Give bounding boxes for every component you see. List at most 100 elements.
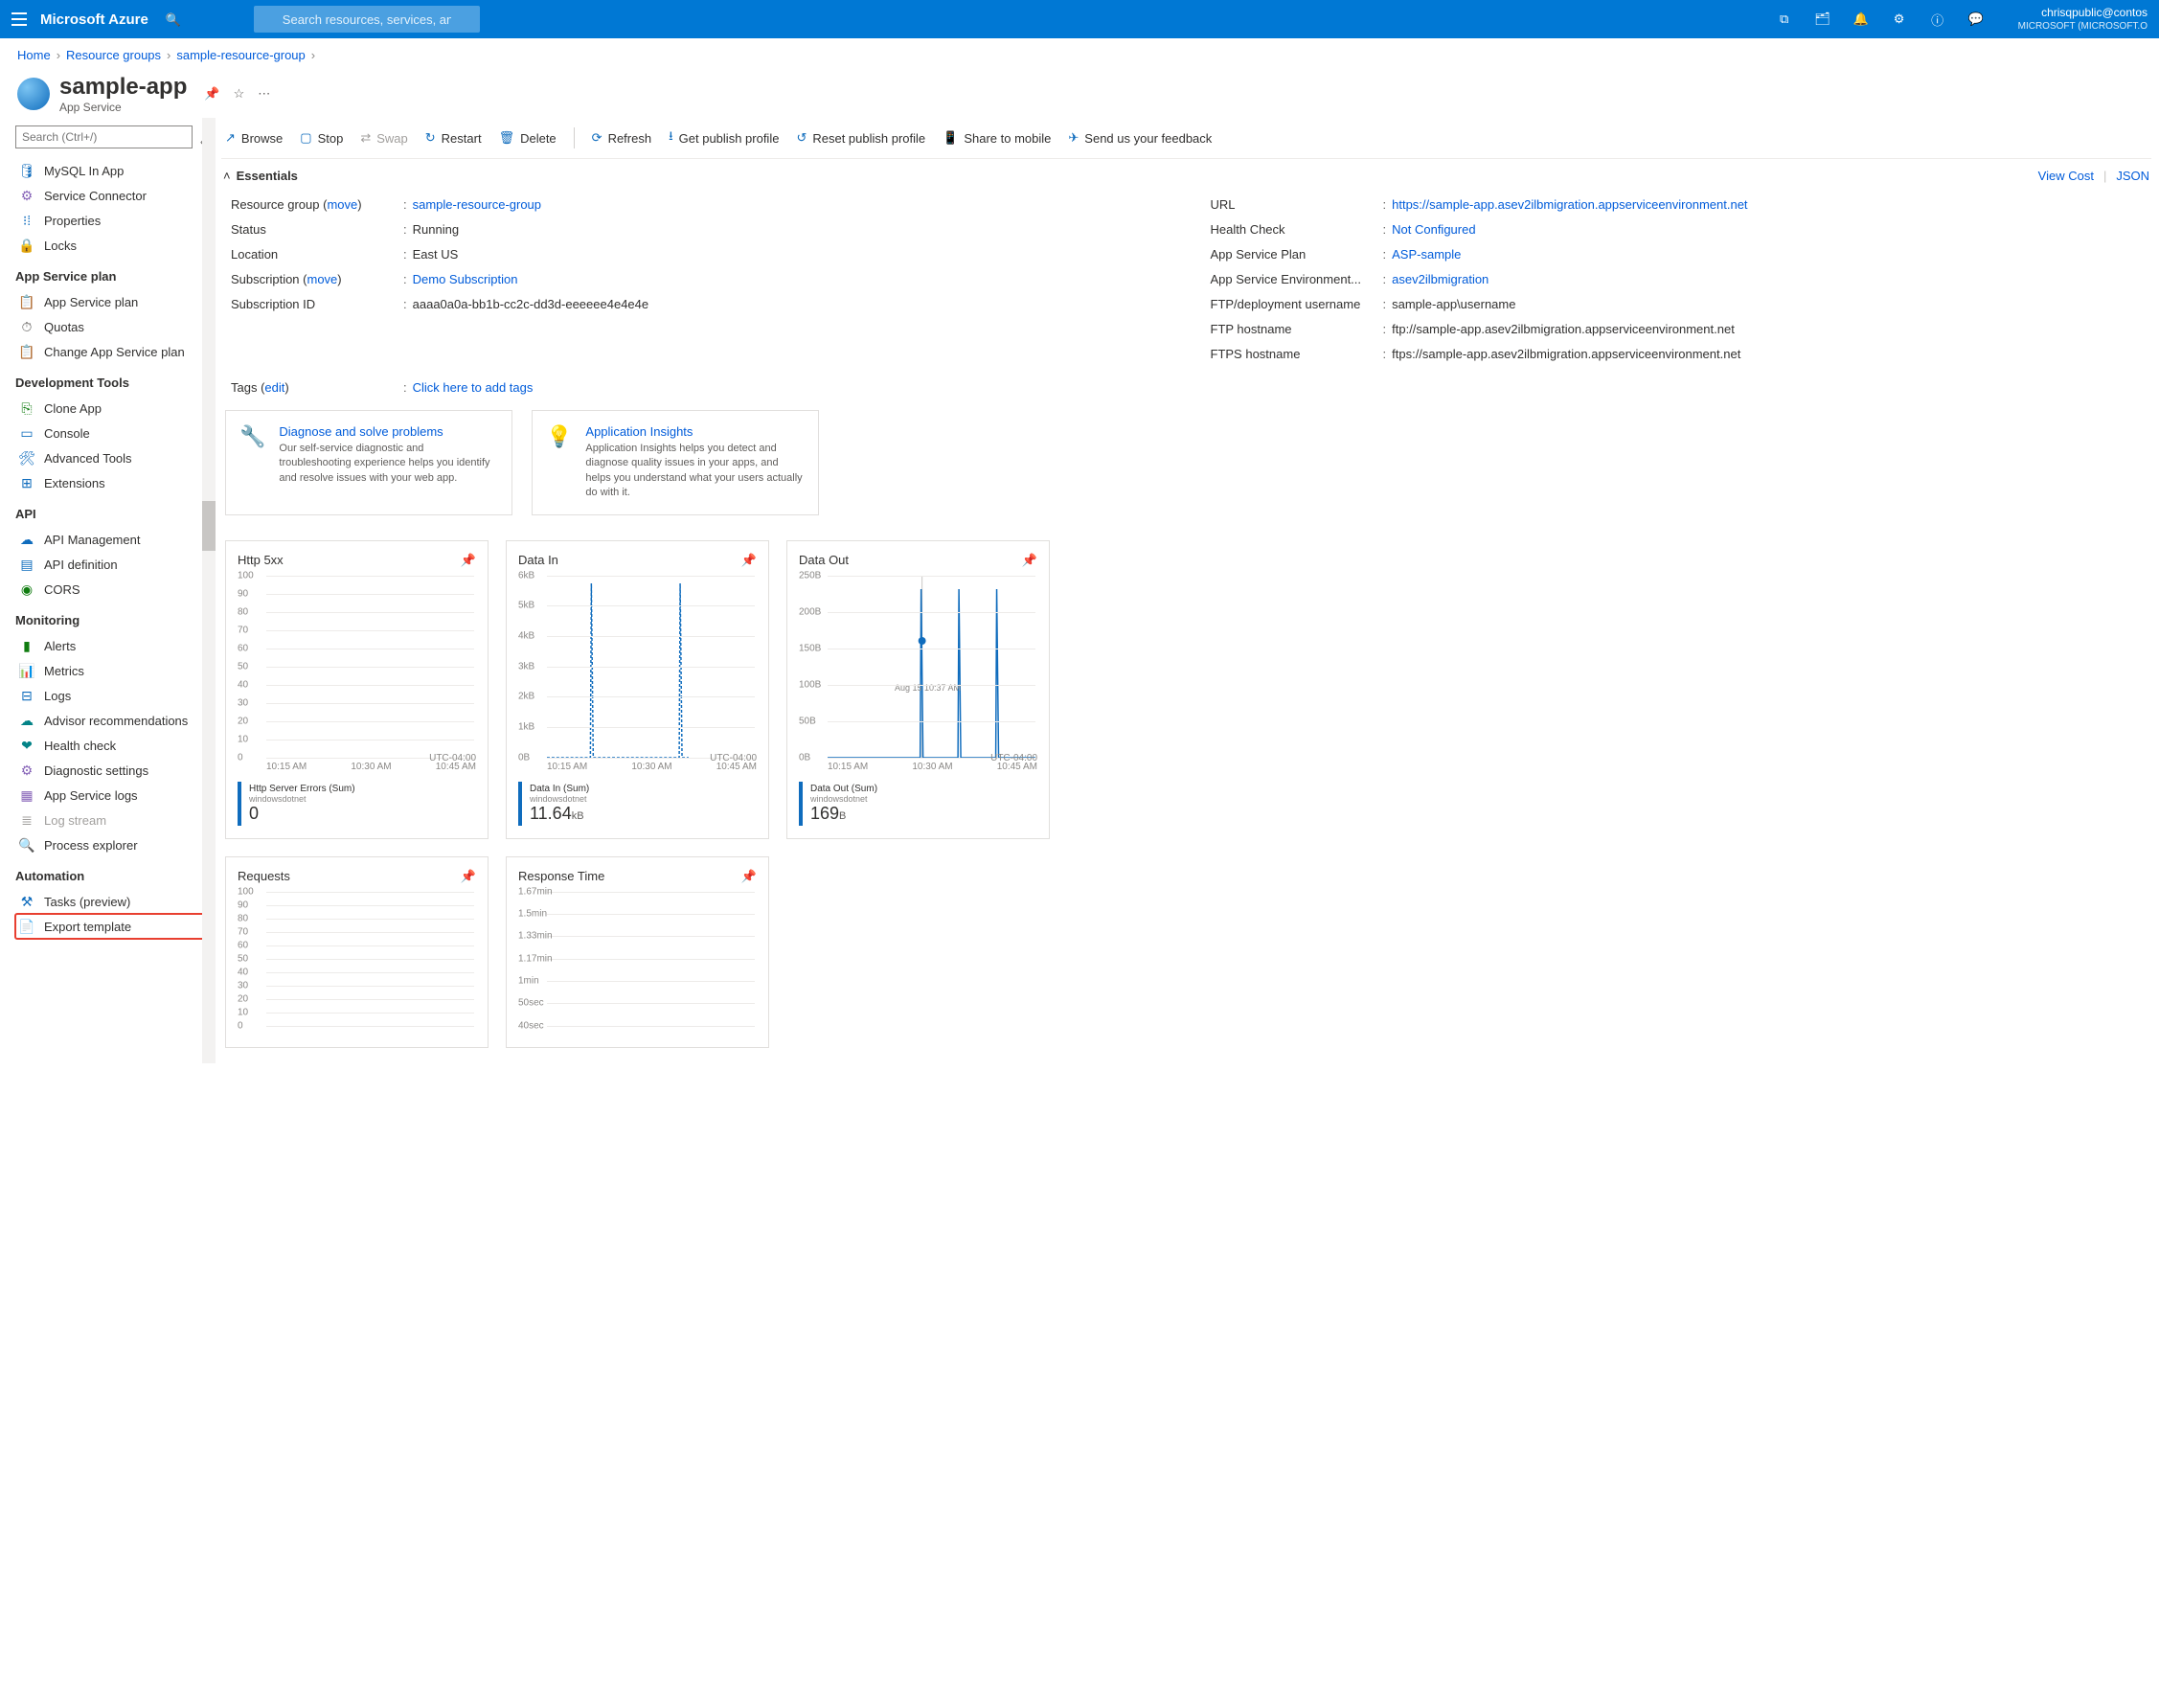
- tile-http5xx[interactable]: Http 5xx📌 0102030405060708090100 10:15 A…: [225, 540, 489, 839]
- sidebar-item-log-stream: ≣Log stream: [15, 808, 212, 832]
- sidebar-item-mysql-in-app[interactable]: 🛢MySQL In App: [15, 158, 212, 183]
- delete-button[interactable]: 🗑Delete: [499, 130, 557, 146]
- ase-link[interactable]: asev2ilbmigration: [1392, 272, 1489, 286]
- restart-icon: ↻: [425, 130, 436, 146]
- y-tick: 80: [238, 606, 248, 617]
- viewcost-link[interactable]: View Cost: [2038, 169, 2094, 183]
- sidebar-item-extensions[interactable]: ⊞ Extensions: [15, 470, 212, 495]
- sidebar-item-clone-app[interactable]: ⎘Clone App: [15, 396, 212, 421]
- brand: Microsoft Azure: [40, 11, 148, 28]
- tile-datain[interactable]: Data In📌 0B1kB2kB3kB4kB5kB6kB 10:15 AM10…: [506, 540, 769, 839]
- sidebar-item-logs[interactable]: ⊟Logs: [15, 683, 212, 708]
- y-tick: 70: [238, 625, 248, 635]
- notifications-icon[interactable]: 🔔: [1842, 0, 1880, 38]
- diagnose-card[interactable]: 🔧 Diagnose and solve problemsOur self-se…: [225, 410, 512, 515]
- y-tick: 250B: [799, 570, 821, 581]
- content: ↗Browse ▢Stop ⇄Swap ↻Restart 🗑Delete ⟳Re…: [216, 118, 2159, 1077]
- account-block[interactable]: chrisqpublic@contos MICROSOFT (MICROSOFT…: [2005, 6, 2148, 34]
- tile-dataout[interactable]: Data Out📌 Aug 15 10:37 AM 0B50B100B150B2…: [786, 540, 1050, 839]
- feedback-icon[interactable]: 💬: [1957, 0, 1995, 38]
- sidebar-item-metrics[interactable]: 📊Metrics: [15, 658, 212, 683]
- menu-toggle[interactable]: [11, 12, 27, 26]
- pin-icon[interactable]: 📌: [204, 86, 219, 102]
- global-search-input[interactable]: [254, 6, 480, 33]
- sidebar-item-console[interactable]: ▭Console: [15, 421, 212, 445]
- crumb-rgname[interactable]: sample-resource-group: [176, 48, 305, 62]
- sidebar-item-app-service-plan[interactable]: 📋App Service plan: [15, 289, 212, 314]
- resourcegroup-link[interactable]: sample-resource-group: [413, 197, 541, 212]
- ftpuser-value: sample-app\username: [1392, 295, 2151, 314]
- sidebar-item-change-app-service-plan[interactable]: 📋Change App Service plan: [15, 339, 212, 364]
- mobile-icon: 📱: [943, 130, 958, 146]
- browse-button[interactable]: ↗Browse: [225, 130, 283, 146]
- restart-button[interactable]: ↻Restart: [425, 130, 482, 146]
- menu-search-input[interactable]: [15, 125, 193, 148]
- sidebar-item-cors[interactable]: ◉CORS: [15, 577, 212, 602]
- y-tick: 10: [238, 1007, 248, 1017]
- essentials-header: ˄Essentials View Cost | JSON: [221, 159, 2151, 193]
- tags-edit-link[interactable]: edit: [264, 380, 284, 395]
- pin-icon[interactable]: 📌: [461, 869, 476, 884]
- rg-move-link[interactable]: move: [327, 197, 357, 212]
- directories-icon[interactable]: 🗂: [1804, 0, 1842, 38]
- reset-icon: ↺: [796, 130, 807, 146]
- tile-requests[interactable]: Requests📌 0102030405060708090100: [225, 856, 489, 1048]
- essentials-toggle[interactable]: ˄Essentials: [223, 169, 298, 183]
- tags-add-link[interactable]: Click here to add tags: [413, 380, 534, 395]
- pin-icon[interactable]: 📌: [461, 553, 476, 568]
- url-link[interactable]: https://sample-app.asev2ilbmigration.app…: [1392, 197, 1747, 212]
- sidebar-item-service-connector[interactable]: ⚙Service Connector: [15, 183, 212, 208]
- sidebar-item-locks[interactable]: 🔒Locks: [15, 233, 212, 258]
- account-tenant: MICROSOFT (MICROSOFT.O: [2018, 20, 2148, 33]
- sidebar-item-export-template[interactable]: 📄Export template: [15, 914, 212, 939]
- extensions-icon: ⊞: [19, 475, 34, 490]
- y-tick: 60: [238, 643, 248, 653]
- y-tick: 70: [238, 926, 248, 937]
- sidebar-scrollbar[interactable]: [202, 118, 216, 1063]
- topbar-icons: ⧉ 🗂 🔔 ⚙ ⓘ 💬: [1765, 0, 1995, 38]
- refresh-button[interactable]: ⟳Refresh: [592, 130, 651, 146]
- json-link[interactable]: JSON: [2116, 169, 2149, 183]
- sidebar-item-alerts[interactable]: ▮Alerts: [15, 633, 212, 658]
- healthcheck-link[interactable]: Not Configured: [1392, 222, 1475, 237]
- tile-responsetime[interactable]: Response Time📌 40sec50sec1min1.17min1.33…: [506, 856, 769, 1048]
- more-icon[interactable]: ⋯: [258, 86, 270, 102]
- sub-move-link[interactable]: move: [307, 272, 337, 286]
- help-icon[interactable]: ⓘ: [1919, 0, 1957, 38]
- sidebar-item-app-service-logs[interactable]: ▦App Service logs: [15, 783, 212, 808]
- export-template-icon: 📄: [19, 919, 34, 934]
- sidebar-item-properties[interactable]: ⁝⁞Properties: [15, 208, 212, 233]
- pin-icon[interactable]: 📌: [741, 553, 757, 568]
- settings-icon[interactable]: ⚙: [1880, 0, 1919, 38]
- sidebar-item-api-definition[interactable]: ▤API definition: [15, 552, 212, 577]
- sidebar-item-tasks-preview-[interactable]: ⚒Tasks (preview): [15, 889, 212, 914]
- sidebar-item-process-explorer[interactable]: 🔍Process explorer: [15, 832, 212, 857]
- sidebar-item-api-management[interactable]: ☁API Management: [15, 527, 212, 552]
- getpublish-button[interactable]: ⭳Get publish profile: [669, 127, 779, 148]
- logs-icon: ⊟: [19, 688, 34, 703]
- share-button[interactable]: 📱Share to mobile: [943, 130, 1051, 146]
- favorite-icon[interactable]: ☆: [234, 86, 245, 102]
- feedback-button[interactable]: ✈Send us your feedback: [1068, 130, 1212, 146]
- cloudshell-icon[interactable]: ⧉: [1765, 0, 1804, 38]
- resetpublish-button[interactable]: ↺Reset publish profile: [796, 130, 925, 146]
- pin-icon[interactable]: 📌: [741, 869, 757, 884]
- appinsights-card[interactable]: 💡 Application InsightsApplication Insigh…: [532, 410, 819, 515]
- sidebar-item-label: Extensions: [44, 476, 105, 490]
- sidebar-item-health-check[interactable]: ❤Health check: [15, 733, 212, 758]
- y-tick: 100: [238, 570, 254, 581]
- pin-icon[interactable]: 📌: [1022, 553, 1037, 568]
- crumb-rg[interactable]: Resource groups: [66, 48, 161, 62]
- sidebar-item-quotas[interactable]: ⏱Quotas: [15, 314, 212, 339]
- stop-button[interactable]: ▢Stop: [300, 130, 343, 146]
- sidebar-item-advanced-tools[interactable]: 🛠Advanced Tools: [15, 445, 212, 470]
- sidebar-item-label: App Service logs: [44, 788, 138, 803]
- sidebar-item-diagnostic-settings[interactable]: ⚙Diagnostic settings: [15, 758, 212, 783]
- plan-link[interactable]: ASP-sample: [1392, 247, 1461, 262]
- diagnostic-settings-icon: ⚙: [19, 763, 34, 778]
- sidebar-item-advisor-recommendations[interactable]: ☁Advisor recommendations: [15, 708, 212, 733]
- y-tick: 0: [238, 1020, 243, 1031]
- sidebar-item-label: Console: [44, 426, 90, 441]
- subscription-link[interactable]: Demo Subscription: [413, 272, 518, 286]
- crumb-home[interactable]: Home: [17, 48, 51, 62]
